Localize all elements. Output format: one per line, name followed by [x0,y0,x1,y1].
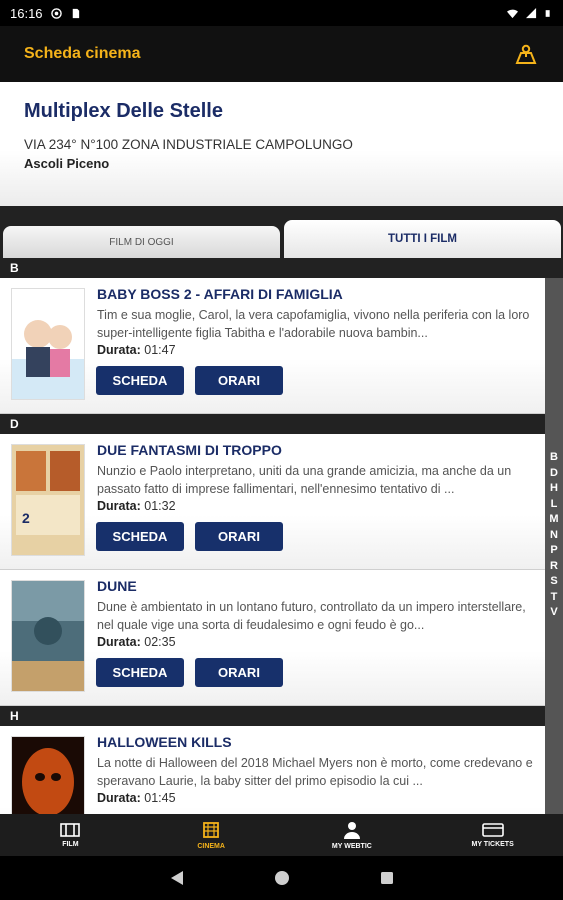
index-letter[interactable]: V [550,605,557,621]
back-icon[interactable] [170,870,184,886]
section-header: H [0,706,563,726]
movie-item[interactable]: BABY BOSS 2 - AFFARI DI FAMIGLIA Tim e s… [0,278,545,414]
movie-list[interactable]: B BABY BOSS 2 - AFFARI DI FAMIGLIA Tim e… [0,258,563,814]
movie-item[interactable]: HALLOWEEN KILLS La notte di Halloween de… [0,726,545,814]
cinema-name: Multiplex Delle Stelle [24,100,223,122]
cinema-city: Ascoli Piceno [24,156,110,171]
nav-cinema[interactable]: CINEMA [141,814,282,856]
nav-cinema-label: CINEMA [197,842,225,850]
duration-value: 01:47 [144,343,176,357]
alphabet-index[interactable]: B D H L M N P R S T V [545,450,563,621]
home-icon[interactable] [274,870,290,886]
movie-poster [11,736,85,814]
movie-description: Dune è ambientato in un lontano futuro, … [97,600,526,632]
movie-item[interactable]: 2 DUE FANTASMI DI TROPPO Nunzio e Paolo … [0,434,545,570]
movie-item[interactable]: DUNE Dune è ambientato in un lontano fut… [0,570,545,706]
index-letter[interactable]: R [550,559,558,575]
tab-bar: FILM DI OGGI TUTTI I FILM [0,206,563,258]
orari-button[interactable]: ORARI [195,522,283,551]
section-header: D [0,414,563,434]
movie-duration: Durata: 01:45 [97,791,176,805]
tab-film-di-oggi[interactable]: FILM DI OGGI [3,226,280,258]
movie-poster: 2 [11,444,85,556]
signal-icon [526,7,537,18]
map-button[interactable] [513,41,539,67]
notification-icon [50,7,62,19]
scheda-button[interactable]: SCHEDA [96,658,184,687]
user-icon [343,821,360,839]
cinema-icon [203,821,220,838]
scheda-button[interactable]: SCHEDA [96,366,184,395]
index-letter[interactable]: S [550,574,557,590]
recents-icon[interactable] [380,871,394,885]
cinema-info-card: Multiplex Delle Stelle VIA 234° N°100 ZO… [0,82,563,206]
movie-title: BABY BOSS 2 - AFFARI DI FAMIGLIA [97,286,343,302]
nav-film[interactable]: FILM [0,814,141,856]
battery-icon [545,9,550,17]
duration-label: Durata: [97,791,141,805]
index-letter[interactable]: M [549,512,558,528]
film-icon [60,822,81,837]
index-letter[interactable]: P [550,543,557,559]
nav-my-tickets-label: MY TICKETS [471,840,514,848]
movie-description: La notte di Halloween del 2018 Michael M… [97,756,533,788]
svg-text:2: 2 [22,510,30,526]
index-letter[interactable]: N [550,528,558,544]
cinema-address: VIA 234° N°100 ZONA INDUSTRIALE CAMPOLUN… [24,137,353,152]
wifi-icon [507,9,518,18]
status-bar: 16:16 [0,0,563,26]
app-bar: Scheda cinema [0,26,563,82]
nav-film-label: FILM [62,840,79,848]
scheda-button[interactable]: SCHEDA [96,522,184,551]
duration-value: 01:45 [144,791,176,805]
orari-button[interactable]: ORARI [195,366,283,395]
movie-duration: Durata: 01:32 [97,499,176,513]
duration-value: 02:35 [144,635,176,649]
duration-label: Durata: [97,343,141,357]
app-title: Scheda cinema [24,45,141,62]
index-letter[interactable]: L [551,497,558,513]
nav-my-webtic[interactable]: MY WEBTIC [282,814,423,856]
bottom-navigation: FILM CINEMA MY WEBTIC MY TICKETS [0,814,563,856]
index-letter[interactable]: D [550,466,558,482]
index-letter[interactable]: B [550,450,558,466]
section-header: B [0,258,563,278]
sd-card-icon [72,8,79,18]
nav-my-tickets[interactable]: MY TICKETS [422,814,563,856]
duration-value: 01:32 [144,499,176,513]
tab-tutti-i-film[interactable]: TUTTI I FILM [284,220,561,258]
nav-my-webtic-label: MY WEBTIC [331,842,372,850]
movie-description: Tim e sua moglie, Carol, la vera capofam… [97,308,530,340]
ticket-icon [481,822,504,837]
movie-duration: Durata: 02:35 [97,635,176,649]
duration-label: Durata: [97,499,141,513]
status-time: 16:16 [10,5,43,21]
orari-button[interactable]: ORARI [195,658,283,687]
movie-duration: Durata: 01:47 [97,343,176,357]
movie-title: DUE FANTASMI DI TROPPO [97,442,282,458]
movie-description: Nunzio e Paolo interpretano, uniti da un… [97,464,512,496]
index-letter[interactable]: T [551,590,558,606]
movie-poster [11,580,85,692]
index-letter[interactable]: H [550,481,558,497]
movie-poster [11,288,85,400]
movie-title: DUNE [97,578,137,594]
system-navigation-bar [0,856,563,900]
duration-label: Durata: [97,635,141,649]
map-icon [515,44,537,64]
movie-title: HALLOWEEN KILLS [97,734,232,750]
